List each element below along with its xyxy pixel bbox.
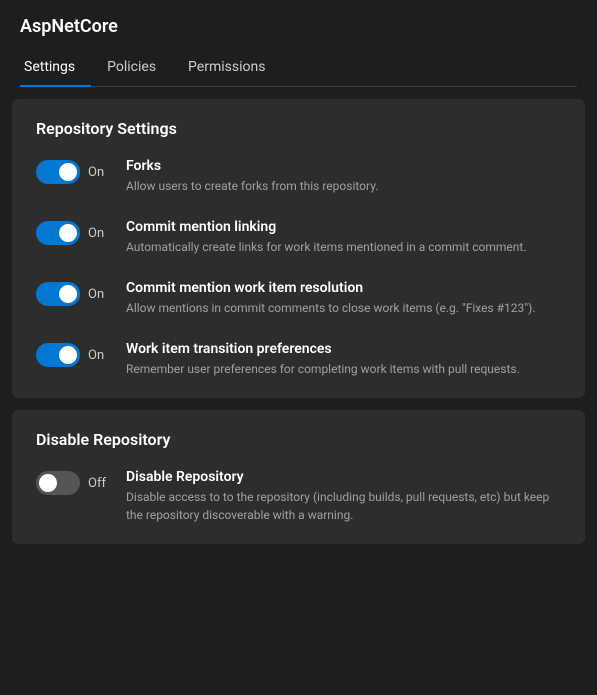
setting-name-commit-mention-linking: Commit mention linking [126, 219, 561, 235]
setting-name-forks: Forks [126, 158, 561, 174]
setting-desc-commit-mention-work-item: Allow mentions in commit comments to clo… [126, 299, 561, 317]
toggle-label-commit-mention-linking: On [88, 226, 104, 241]
tab-bar: Settings Policies Permissions [20, 49, 577, 87]
disable-repository-section: Disable Repository Off Disable Repositor… [12, 410, 585, 544]
setting-info-commit-mention-linking: Commit mention linking Automatically cre… [126, 219, 561, 256]
toggle-label-commit-mention-work-item: On [88, 287, 104, 302]
toggle-forks[interactable] [36, 160, 80, 184]
repository-settings-title: Repository Settings [36, 119, 561, 138]
setting-name-disable-repo: Disable Repository [126, 469, 561, 485]
toggle-work-item-transition[interactable] [36, 343, 80, 367]
setting-row-disable-repo: Off Disable Repository Disable access to… [36, 469, 561, 524]
toggle-label-work-item-transition: On [88, 348, 104, 363]
toggle-group-disable-repo: Off [36, 471, 126, 495]
setting-info-disable-repo: Disable Repository Disable access to to … [126, 469, 561, 524]
setting-desc-work-item-transition: Remember user preferences for completing… [126, 360, 561, 378]
toggle-group-commit-mention-work-item: On [36, 282, 126, 306]
toggle-commit-mention-work-item[interactable] [36, 282, 80, 306]
toggle-disable-repo[interactable] [36, 471, 80, 495]
setting-desc-commit-mention-linking: Automatically create links for work item… [126, 238, 561, 256]
tab-permissions[interactable]: Permissions [172, 49, 281, 87]
setting-row-work-item-transition: On Work item transition preferences Reme… [36, 341, 561, 378]
toggle-group-forks: On [36, 160, 126, 184]
toggle-commit-mention-linking[interactable] [36, 221, 80, 245]
setting-name-work-item-transition: Work item transition preferences [126, 341, 561, 357]
setting-name-commit-mention-work-item: Commit mention work item resolution [126, 280, 561, 296]
setting-info-commit-mention-work-item: Commit mention work item resolution Allo… [126, 280, 561, 317]
disable-repository-title: Disable Repository [36, 430, 561, 449]
app-title: AspNetCore [20, 16, 577, 37]
toggle-label-forks: On [88, 165, 104, 180]
tab-settings[interactable]: Settings [20, 49, 91, 87]
setting-info-forks: Forks Allow users to create forks from t… [126, 158, 561, 195]
setting-row-commit-mention-linking: On Commit mention linking Automatically … [36, 219, 561, 256]
tab-policies[interactable]: Policies [91, 49, 172, 87]
setting-desc-forks: Allow users to create forks from this re… [126, 177, 561, 195]
setting-info-work-item-transition: Work item transition preferences Remembe… [126, 341, 561, 378]
repository-settings-section: Repository Settings On Forks Allow users… [12, 99, 585, 398]
toggle-label-disable-repo: Off [88, 476, 106, 491]
app-header: AspNetCore Settings Policies Permissions [0, 0, 597, 87]
setting-row-commit-mention-work-item: On Commit mention work item resolution A… [36, 280, 561, 317]
main-content: Repository Settings On Forks Allow users… [0, 87, 597, 568]
setting-desc-disable-repo: Disable access to to the repository (inc… [126, 488, 561, 524]
setting-row-forks: On Forks Allow users to create forks fro… [36, 158, 561, 195]
toggle-group-commit-mention-linking: On [36, 221, 126, 245]
toggle-group-work-item-transition: On [36, 343, 126, 367]
